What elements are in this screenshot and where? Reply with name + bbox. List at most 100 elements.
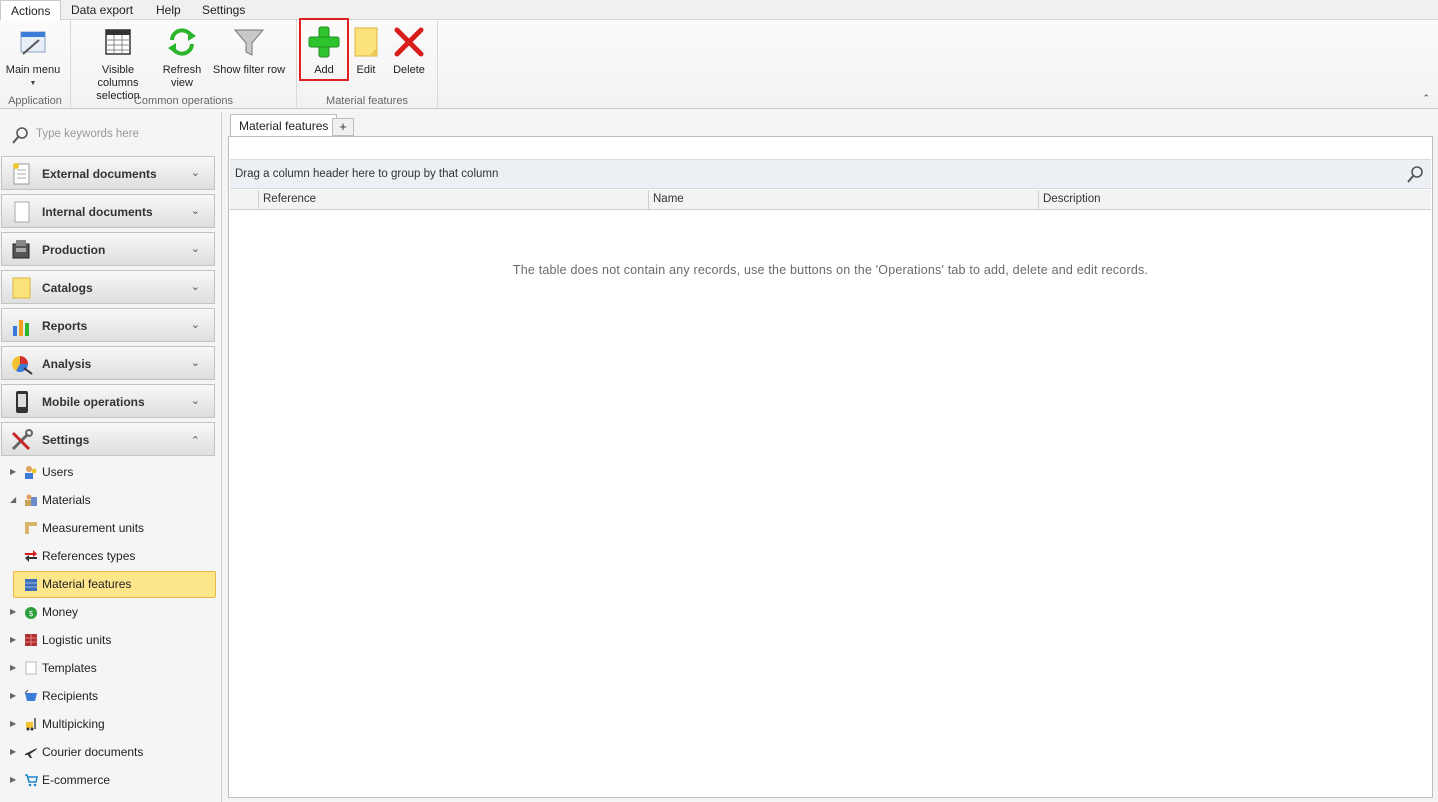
column-header-reference[interactable]: Reference — [258, 190, 648, 210]
mobile-device-icon — [16, 391, 28, 413]
tree-item-material-features[interactable]: Material features — [13, 571, 216, 598]
nav-group-label: Catalogs — [42, 281, 93, 295]
column-header-name[interactable]: Name — [648, 190, 1038, 210]
group-by-hint: Drag a column header here to group by th… — [235, 168, 499, 180]
delete-label: Delete — [393, 64, 425, 76]
tree-item-multipicking[interactable]: ▶ Multipicking — [10, 712, 210, 736]
tree-item-measurement-units[interactable]: Measurement units — [22, 516, 212, 540]
analysis-icon — [12, 356, 33, 375]
column-headers: Reference Name Description — [230, 190, 1431, 210]
tab-help[interactable]: Help — [146, 0, 191, 20]
visible-columns-button[interactable]: Visible columns selection — [81, 24, 155, 103]
nav-group-settings[interactable]: Settings ⌃ — [1, 422, 215, 456]
tree-item-label: Material features — [42, 577, 132, 591]
refresh-label: Refresh — [162, 64, 202, 76]
nav-group-label: Analysis — [42, 357, 92, 371]
search-input[interactable]: Type keywords here — [8, 124, 214, 146]
swap-arrows-icon — [25, 550, 37, 562]
edit-note-icon — [354, 27, 378, 57]
tree-item-references-types[interactable]: References types — [22, 544, 212, 568]
production-icon — [12, 240, 30, 259]
nav-group-analysis[interactable]: Analysis ⌄ — [1, 346, 215, 380]
document-icon — [25, 661, 37, 675]
filter-icon — [233, 29, 265, 56]
dropdown-arrow-icon: ▼ — [29, 80, 37, 87]
delete-button[interactable]: Delete — [389, 24, 429, 77]
show-filter-row-button[interactable]: Show filter row — [211, 24, 287, 77]
expand-arrow-icon[interactable]: ▶ — [10, 684, 16, 708]
tree-item-label: Recipients — [42, 689, 99, 703]
main-menu-button[interactable]: Main menu ▼ — [5, 24, 61, 90]
tree-item-recipients[interactable]: ▶ Recipients — [10, 684, 210, 708]
main-menu-icon — [20, 31, 46, 55]
expand-arrow-icon[interactable]: ▶ — [10, 712, 16, 736]
airplane-icon — [25, 748, 37, 758]
tree-item-users[interactable]: ▶ Users — [10, 460, 210, 484]
chevron-down-icon: ⌄ — [190, 205, 200, 217]
nav-group-label: Production — [42, 243, 106, 257]
svg-text:$: $ — [28, 609, 33, 618]
chevron-up-icon: ⌃ — [190, 435, 200, 447]
show-filter-row-label: Show filter row — [212, 64, 286, 76]
tree-item-label: Materials — [42, 493, 91, 507]
chevron-down-icon: ⌄ — [190, 167, 200, 179]
chevron-down-icon: ⌄ — [190, 281, 200, 293]
tree-item-label: References types — [42, 549, 136, 563]
material-features-icon — [25, 579, 37, 591]
nav-group-reports[interactable]: Reports ⌄ — [1, 308, 215, 342]
column-header-description[interactable]: Description — [1038, 190, 1431, 210]
edit-button[interactable]: Edit — [349, 24, 383, 77]
refresh-icon — [168, 28, 196, 56]
money-bag-icon: $ — [25, 607, 37, 619]
nav-group-label: External documents — [42, 167, 157, 181]
nav-group-mobile-operations[interactable]: Mobile operations ⌄ — [1, 384, 215, 418]
search-icon[interactable] — [1405, 165, 1425, 185]
group-by-panel[interactable]: Drag a column header here to group by th… — [230, 159, 1431, 189]
collapse-arrow-icon[interactable]: ◢ — [10, 488, 16, 512]
expand-arrow-icon[interactable]: ▶ — [10, 600, 16, 624]
refresh-label-2: view — [170, 77, 193, 89]
expand-arrow-icon[interactable]: ▶ — [10, 460, 16, 484]
add-tab-button[interactable]: + — [332, 118, 354, 136]
tab-data-export[interactable]: Data export — [61, 0, 143, 20]
ribbon-group-label: Material features — [326, 95, 408, 107]
reports-bar-chart-icon — [13, 320, 29, 336]
search-placeholder: Type keywords here — [36, 128, 139, 140]
pallet-icon — [25, 634, 37, 646]
visible-columns-label: Visible columns — [97, 64, 139, 89]
ribbon-group-material: Add Edit Delete Material features — [297, 18, 438, 109]
menu-bar: Actions Data export Help Settings — [0, 0, 1438, 21]
catalogs-icon — [12, 277, 31, 299]
refresh-view-button[interactable]: Refresh view — [160, 24, 204, 90]
tab-actions[interactable]: Actions — [0, 0, 62, 21]
expand-arrow-icon[interactable]: ▶ — [10, 740, 16, 764]
main-menu-label: Main menu — [5, 64, 61, 76]
collapse-ribbon-icon[interactable]: ⌃ — [1422, 93, 1430, 104]
nav-group-catalogs[interactable]: Catalogs ⌄ — [1, 270, 215, 304]
tree-item-label: Templates — [42, 661, 97, 675]
data-grid: Drag a column header here to group by th… — [228, 136, 1433, 798]
expand-arrow-icon[interactable]: ▶ — [10, 768, 16, 792]
tree-item-label: Money — [42, 605, 79, 619]
nav-group-production[interactable]: Production ⌄ — [1, 232, 215, 266]
chevron-down-icon: ⌄ — [190, 243, 200, 255]
nav-group-internal-documents[interactable]: Internal documents ⌄ — [1, 194, 215, 228]
tree-item-label: Users — [42, 465, 74, 479]
tree-item-materials[interactable]: ◢ Materials — [10, 488, 210, 512]
expand-arrow-icon[interactable]: ▶ — [10, 656, 16, 680]
tree-item-templates[interactable]: ▶ Templates — [10, 656, 210, 680]
tree-item-logistic-units[interactable]: ▶ Logistic units — [10, 628, 210, 652]
add-button[interactable]: Add — [299, 18, 349, 81]
shopping-cart-icon — [25, 774, 38, 787]
nav-group-label: Settings — [42, 433, 90, 447]
sidebar: Type keywords here External documents ⌄ … — [0, 112, 222, 802]
tree-item-money[interactable]: ▶ $ Money — [10, 600, 210, 624]
tree-item-e-commerce[interactable]: ▶ E-commerce — [10, 768, 210, 792]
tab-settings[interactable]: Settings — [192, 0, 255, 20]
empty-table-message: The table does not contain any records, … — [512, 263, 1149, 277]
tree-item-courier-documents[interactable]: ▶ Courier documents — [10, 740, 210, 764]
ribbon-group-common: Visible columns selection Refresh view S… — [71, 20, 297, 109]
tab-material-features[interactable]: Material features — [230, 114, 338, 136]
expand-arrow-icon[interactable]: ▶ — [10, 628, 16, 652]
nav-group-external-documents[interactable]: External documents ⌄ — [1, 156, 215, 190]
